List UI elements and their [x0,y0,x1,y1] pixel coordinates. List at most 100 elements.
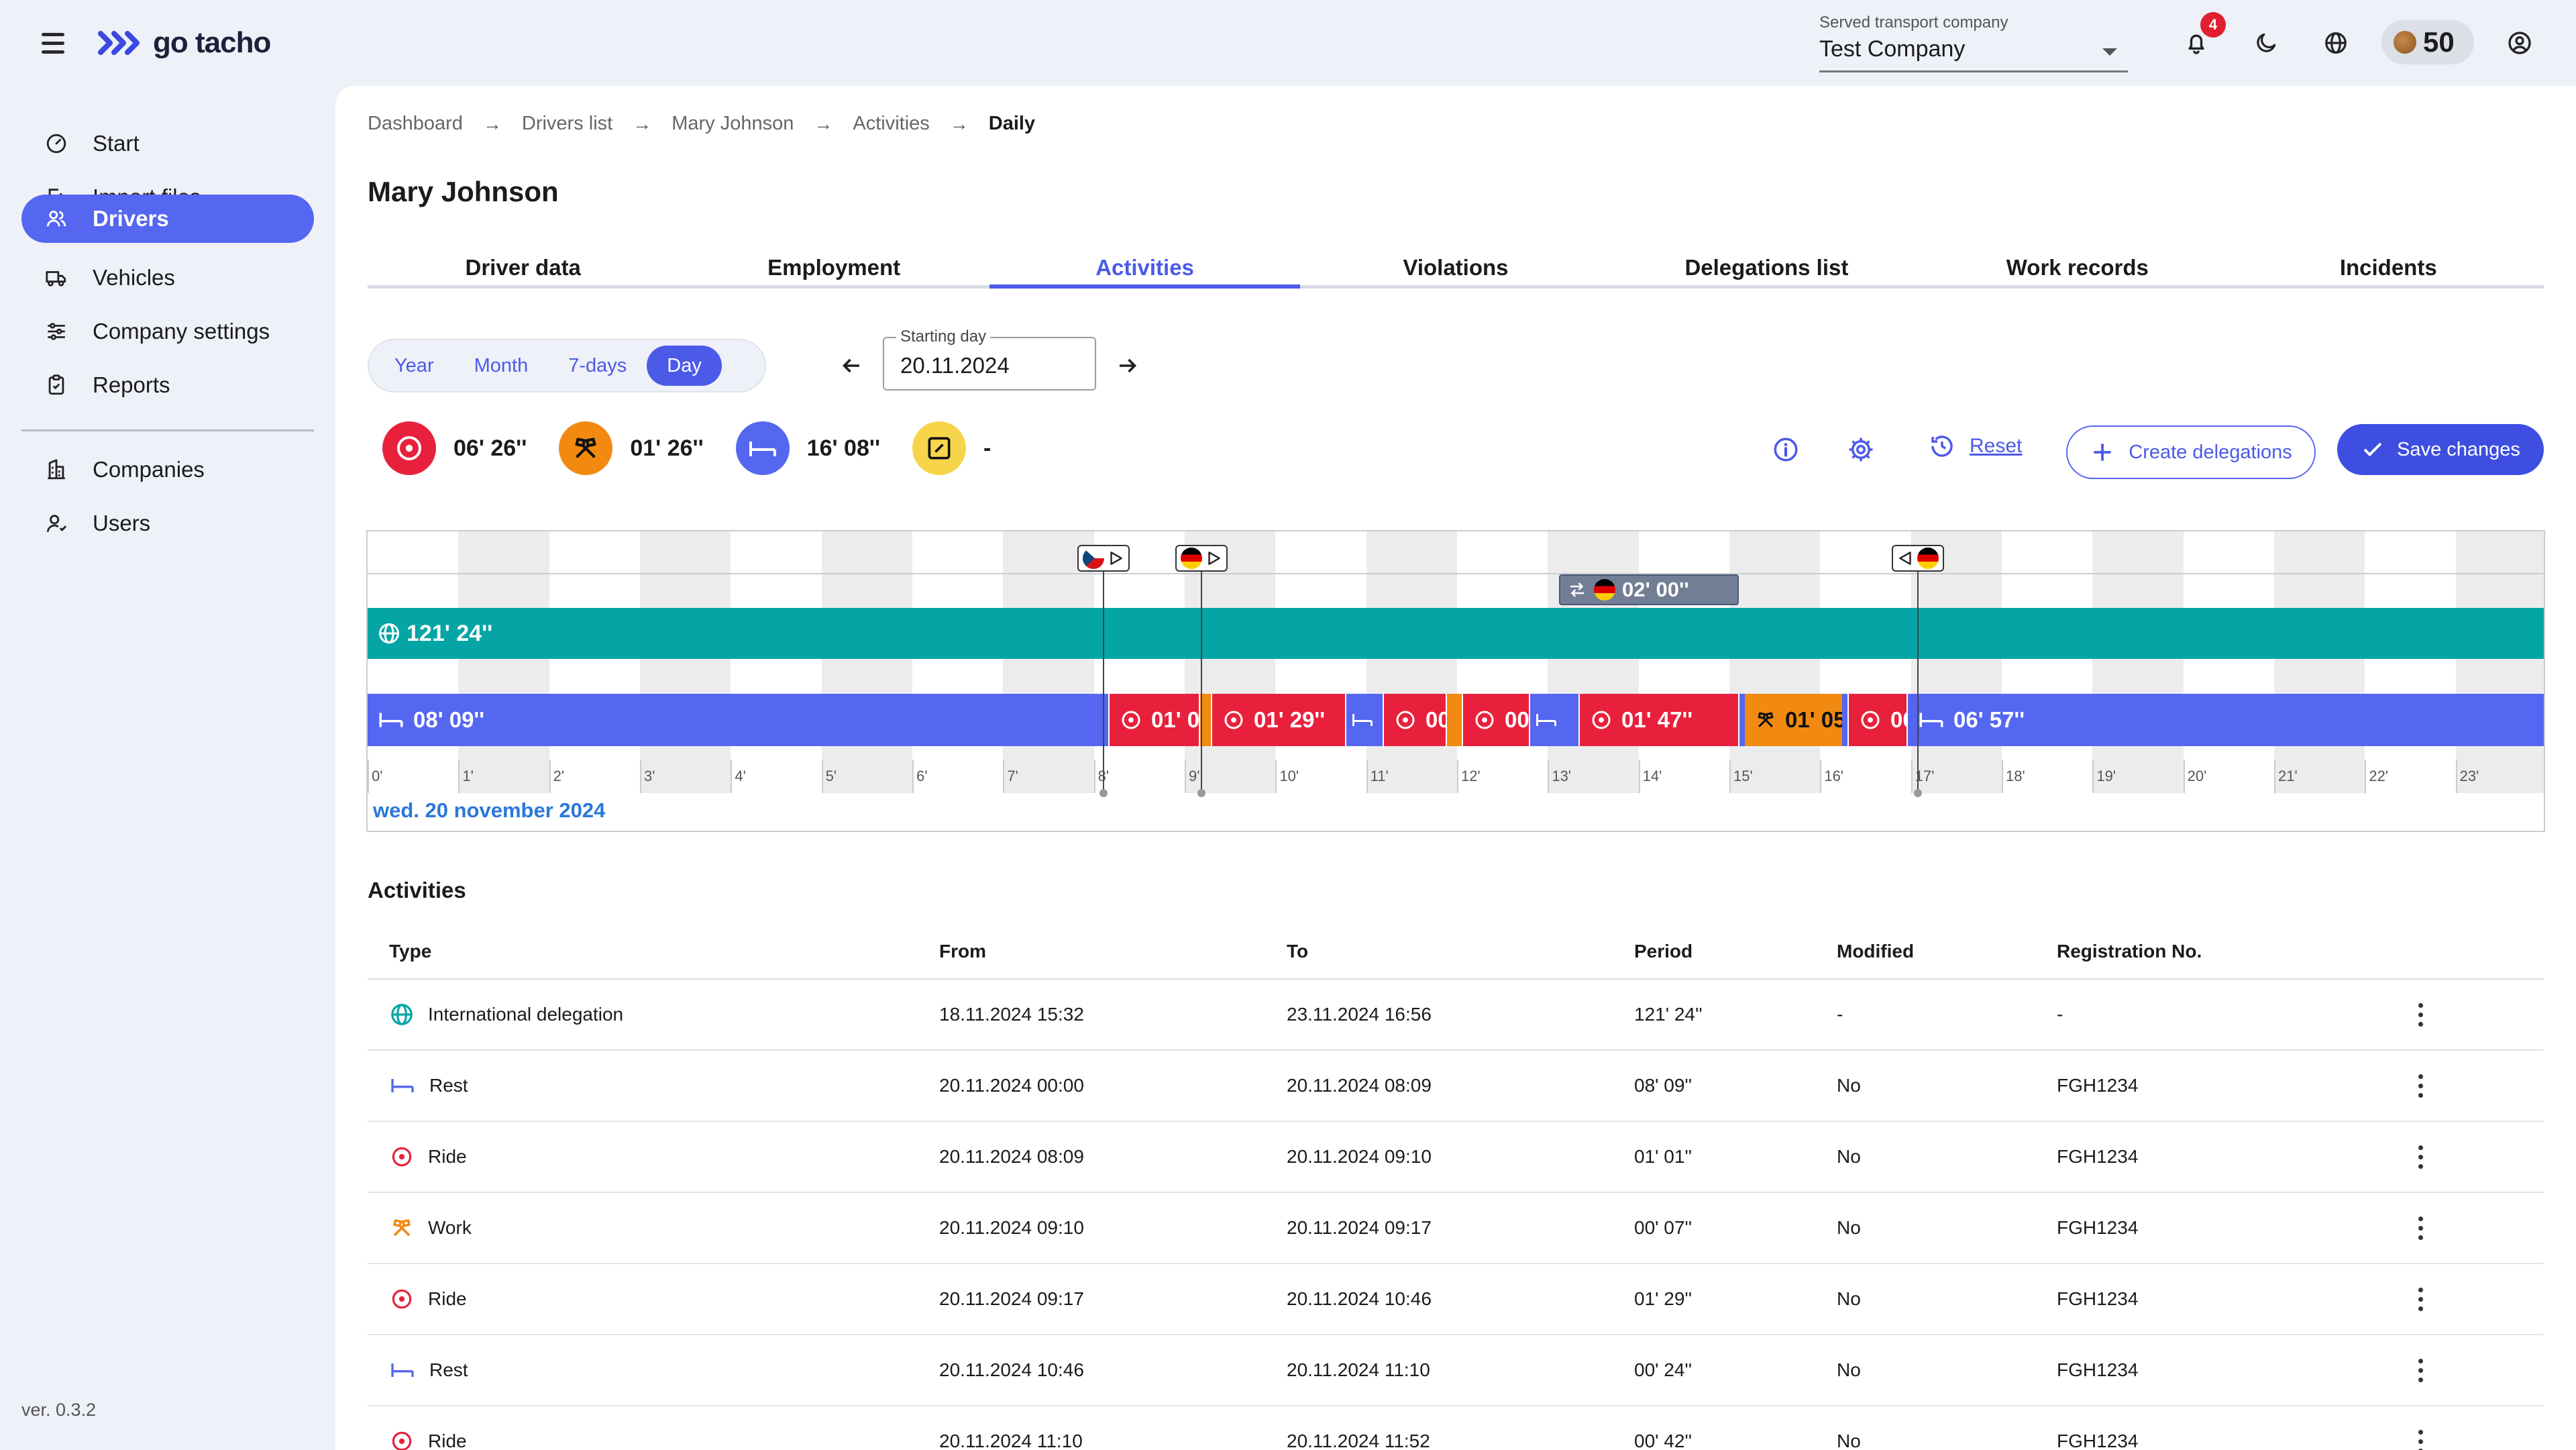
row-modified: No [1837,1075,1861,1096]
rest-segment[interactable] [1530,694,1578,746]
hour-tick [2365,760,2367,793]
tab-delegations-list[interactable]: Delegations list [1611,247,1922,285]
tab-employment[interactable]: Employment [678,247,989,285]
bed-icon [1919,713,1943,727]
app-logo[interactable]: go tacho [98,23,271,63]
tab-activities[interactable]: Activities [989,247,1301,289]
gear-icon[interactable] [1843,432,1878,467]
row-registration: FGH1234 [2057,1359,2139,1380]
table-row[interactable]: Ride 20.11.2024 09:17 20.11.2024 10:46 0… [368,1264,2544,1335]
ride-segment[interactable]: 01' 01'' [1108,694,1200,746]
ride-segment[interactable]: 00' 45'' [1847,694,1908,746]
row-menu-icon[interactable] [2407,1335,2434,1405]
table-row[interactable]: Work 20.11.2024 09:10 20.11.2024 09:17 0… [368,1193,2544,1264]
border-crossing-marker[interactable] [1077,545,1130,572]
account-icon[interactable] [2502,25,2537,60]
menu-icon[interactable] [38,27,70,59]
column-header-to[interactable]: To [1287,925,1308,978]
credits-chip[interactable]: 50 [2381,20,2474,64]
row-menu-icon[interactable] [2407,1122,2434,1192]
row-modified: No [1837,1431,1861,1450]
work-segment[interactable] [1447,694,1462,746]
breadcrumb-drivers-list[interactable]: Drivers list [522,113,612,135]
row-menu-icon[interactable] [2407,1406,2434,1450]
row-menu-icon[interactable] [2407,980,2434,1049]
tab-work-records[interactable]: Work records [1922,247,2233,285]
globe-icon[interactable] [2318,25,2353,60]
table-row[interactable]: Rest 20.11.2024 10:46 20.11.2024 11:10 0… [368,1335,2544,1406]
starting-day-field[interactable]: Starting day 20.11.2024 [883,327,1096,391]
table-row[interactable]: Rest 20.11.2024 00:00 20.11.2024 08:09 0… [368,1051,2544,1122]
period-month-button[interactable]: Month [454,346,549,386]
sidebar-item-start[interactable]: Start [21,119,314,168]
breadcrumb-activities[interactable]: Activities [853,113,929,135]
company-select-value: Test Company [1819,36,1966,62]
column-header-from[interactable]: From [939,925,986,978]
arrow-right-icon: → [633,113,652,134]
border-crossing-marker[interactable] [1175,545,1228,572]
tab-driver-data[interactable]: Driver data [368,247,678,285]
rest-segment[interactable]: 06' 57'' [1908,694,2544,746]
previous-day-button[interactable] [833,348,869,384]
sidebar-item-companies[interactable]: Companies [21,446,314,494]
rest-segment[interactable] [1842,694,1847,746]
sidebar-item-users[interactable]: Users [21,499,314,548]
tab-incidents[interactable]: Incidents [2233,247,2544,285]
table-row[interactable]: Ride 20.11.2024 08:09 20.11.2024 09:10 0… [368,1122,2544,1193]
rest-segment[interactable] [1739,694,1745,746]
hour-label: 19' [2096,768,2116,784]
hour-stripe [458,531,549,793]
breadcrumb-dashboard[interactable]: Dashboard [368,113,463,135]
period-day-button[interactable]: Day [647,346,722,386]
sidebar-item-company-settings[interactable]: Company settings [21,307,314,356]
starting-day-label: Starting day [896,327,991,346]
daily-timeline[interactable]: 121' 24'' 08' 09'' 01' 01'' 01' 29'' 00'… [366,530,2545,832]
ride-segment[interactable]: 00' 35'' [1462,694,1530,746]
rest-segment[interactable]: 08' 09'' [368,694,1108,746]
row-menu-icon[interactable] [2407,1193,2434,1263]
rest-segment[interactable] [1346,694,1383,746]
steering-wheel-icon [1861,711,1880,729]
notification-badge: 4 [2200,12,2226,38]
next-day-button[interactable] [1110,348,1146,384]
logo-text: go tacho [153,26,271,59]
ferry-tag[interactable]: 02' 00'' [1559,574,1739,605]
delegation-bar[interactable]: 121' 24'' [368,608,2544,659]
column-header-type[interactable]: Type [389,925,431,978]
breadcrumb-driver[interactable]: Mary Johnson [672,113,794,135]
timeline-divider [368,573,2544,574]
sidebar-divider [21,429,314,431]
reset-button[interactable]: Reset [1928,432,2022,460]
german-flag-icon [1917,548,1939,569]
table-row[interactable]: International delegation 18.11.2024 15:3… [368,980,2544,1051]
ride-segment[interactable]: 00' 42'' [1383,694,1447,746]
column-header-period[interactable]: Period [1634,925,1693,978]
sidebar-item-vehicles[interactable]: Vehicles [21,254,314,302]
sidebar-item-drivers[interactable]: Drivers [21,195,314,243]
period-year-button[interactable]: Year [374,346,454,386]
credits-value: 50 [2423,26,2455,58]
hour-tick [1457,760,1458,793]
work-segment[interactable]: 01' 05'' [1745,694,1842,746]
create-delegations-button[interactable]: Create delegations [2066,425,2316,479]
row-menu-icon[interactable] [2407,1051,2434,1121]
row-registration: FGH1234 [2057,1217,2139,1238]
rest-segment-label: 08' 09'' [413,707,485,732]
save-changes-button[interactable]: Save changes [2337,424,2544,475]
info-icon[interactable] [1768,432,1803,467]
tab-violations[interactable]: Violations [1300,247,1611,285]
column-header-modified[interactable]: Modified [1837,925,1914,978]
moon-icon[interactable] [2249,25,2284,60]
table-row[interactable]: Ride 20.11.2024 11:10 20.11.2024 11:52 0… [368,1406,2544,1450]
row-period: 08' 09'' [1634,1075,1693,1096]
ride-segment-label: 01' 29'' [1254,707,1326,732]
border-crossing-marker[interactable] [1892,545,1944,572]
sidebar-item-reports[interactable]: Reports [21,361,314,409]
row-menu-icon[interactable] [2407,1264,2434,1334]
ride-segment[interactable]: 01' 47'' [1578,694,1739,746]
company-select[interactable]: Served transport company Test Company [1819,11,2128,72]
period-7days-button[interactable]: 7-days [548,346,647,386]
ride-segment[interactable]: 01' 29'' [1211,694,1346,746]
hour-label: 14' [1642,768,1662,784]
column-header-registration[interactable]: Registration No. [2057,925,2202,978]
